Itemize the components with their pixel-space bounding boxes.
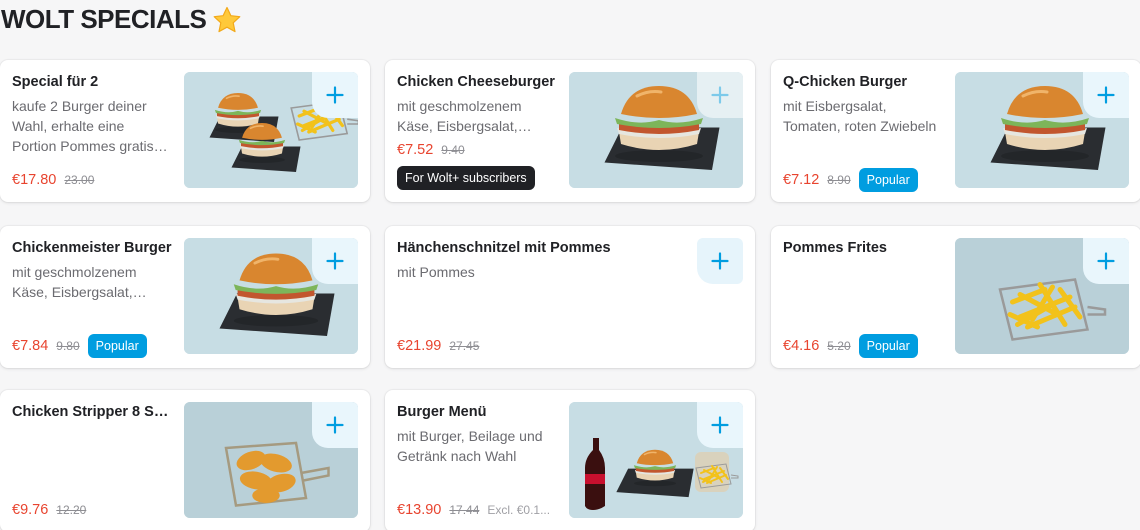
item-info: Hänchenschnitzel mit Pommes mit Pommes	[397, 238, 687, 282]
item-info: Chickenmeister Burger mit geschmolzenem …	[12, 238, 172, 302]
plus-icon	[1097, 252, 1115, 270]
item-name: Q-Chicken Burger	[783, 74, 908, 90]
item-price: €7.52	[397, 142, 434, 158]
popular-badge: Popular	[858, 168, 918, 192]
item-description: mit geschmolzenem Käse, Eisbergsalat, To…	[12, 264, 137, 300]
menu-item-card[interactable]: Pommes Frites €4.16 5.20 Popular	[771, 226, 1140, 368]
section-title: WOLT SPECIALS	[1, 4, 242, 35]
item-info: Special für 2 kaufe 2 Burger deiner Wahl…	[12, 72, 172, 156]
menu-item-card[interactable]: Special für 2 kaufe 2 Burger deiner Wahl…	[0, 60, 370, 202]
item-info: Q-Chicken Burger mit Eisbergsalat, Tomat…	[783, 72, 943, 136]
plus-icon	[326, 252, 344, 270]
item-name: Chicken Cheeseburger	[397, 74, 555, 90]
price-row: €7.12 8.90 Popular	[783, 168, 918, 192]
add-to-cart-button[interactable]	[1083, 238, 1129, 284]
item-info: Burger Menü mit Burger, Beilage und Getr…	[397, 402, 557, 466]
item-info: Chicken Stripper 8 Stück	[12, 402, 172, 422]
item-old-price: 12.20	[56, 503, 87, 517]
star-icon	[212, 6, 242, 34]
item-price: €17.80	[12, 172, 57, 188]
menu-item-card[interactable]: Chickenmeister Burger mit geschmolzenem …	[0, 226, 370, 368]
item-old-price: 5.20	[827, 339, 851, 353]
plus-icon	[1097, 86, 1115, 104]
item-old-price: 23.00	[64, 173, 95, 187]
add-to-cart-button[interactable]	[1083, 72, 1129, 118]
menu-item-card[interactable]: Burger Menü mit Burger, Beilage und Getr…	[385, 390, 755, 530]
item-description: mit geschmolzenem Käse, Eisbergsalat, To…	[397, 98, 522, 134]
item-old-price: 27.45	[449, 339, 480, 353]
add-to-cart-button[interactable]	[312, 72, 358, 118]
menu-item-card[interactable]: Chicken Stripper 8 Stück €9.76 12.20	[0, 390, 370, 530]
menu-item-card[interactable]: Chicken Cheeseburger mit geschmolzenem K…	[385, 60, 755, 202]
price-row: €7.52 9.40	[397, 142, 465, 158]
menu-item-card[interactable]: Hänchenschnitzel mit Pommes mit Pommes €…	[385, 226, 755, 368]
item-name: Hänchenschnitzel mit Pommes	[397, 240, 611, 256]
price-row: €9.76 12.20	[12, 498, 86, 522]
plus-icon	[711, 416, 729, 434]
item-description: mit Burger, Beilage und Getränk nach Wah…	[397, 428, 543, 464]
item-name: Burger Menü	[397, 404, 487, 420]
item-old-price: 9.80	[56, 339, 80, 353]
add-to-cart-button[interactable]	[312, 402, 358, 448]
item-name: Pommes Frites	[783, 240, 887, 256]
item-price: €7.84	[12, 338, 49, 354]
popular-badge: Popular	[87, 334, 147, 358]
item-description: mit Eisbergsalat, Tomaten, roten Zwiebel…	[783, 98, 937, 134]
add-to-cart-button[interactable]	[697, 402, 743, 448]
wolt-plus-badge: For Wolt+ subscribers	[397, 166, 535, 190]
item-old-price: 9.40	[441, 143, 465, 157]
item-info: Pommes Frites	[783, 238, 943, 258]
item-price: €7.12	[783, 172, 820, 188]
section-title-text: WOLT SPECIALS	[1, 4, 207, 34]
item-price: €9.76	[12, 502, 49, 518]
item-old-price: 17.44	[449, 503, 480, 517]
menu-item-card[interactable]: Q-Chicken Burger mit Eisbergsalat, Tomat…	[771, 60, 1140, 202]
plus-icon	[326, 86, 344, 104]
item-description: mit Pommes	[397, 264, 475, 280]
price-row: €4.16 5.20 Popular	[783, 334, 918, 358]
price-row: €17.80 23.00	[12, 168, 94, 192]
item-description: kaufe 2 Burger deiner Wahl, erhalte eine…	[12, 98, 154, 154]
item-price: €13.90	[397, 502, 442, 518]
item-name: Chicken Stripper 8 Stück	[12, 404, 172, 420]
add-to-cart-button[interactable]	[697, 72, 743, 118]
deposit-note: Excl. €0.1...	[487, 503, 551, 517]
plus-icon	[711, 252, 729, 270]
item-price: €21.99	[397, 338, 442, 354]
add-to-cart-button[interactable]	[697, 238, 743, 284]
add-to-cart-button[interactable]	[312, 238, 358, 284]
price-row: €7.84 9.80 Popular	[12, 334, 147, 358]
item-name: Chickenmeister Burger	[12, 240, 172, 256]
item-price: €4.16	[783, 338, 820, 354]
popular-badge: Popular	[858, 334, 918, 358]
plus-icon	[711, 86, 729, 104]
item-name: Special für 2	[12, 74, 99, 90]
price-row: €21.99 27.45	[397, 334, 479, 358]
plus-icon	[326, 416, 344, 434]
item-info: Chicken Cheeseburger mit geschmolzenem K…	[397, 72, 557, 136]
item-old-price: 8.90	[827, 173, 851, 187]
price-row: €13.90 17.44 Excl. €0.1...	[397, 498, 550, 522]
